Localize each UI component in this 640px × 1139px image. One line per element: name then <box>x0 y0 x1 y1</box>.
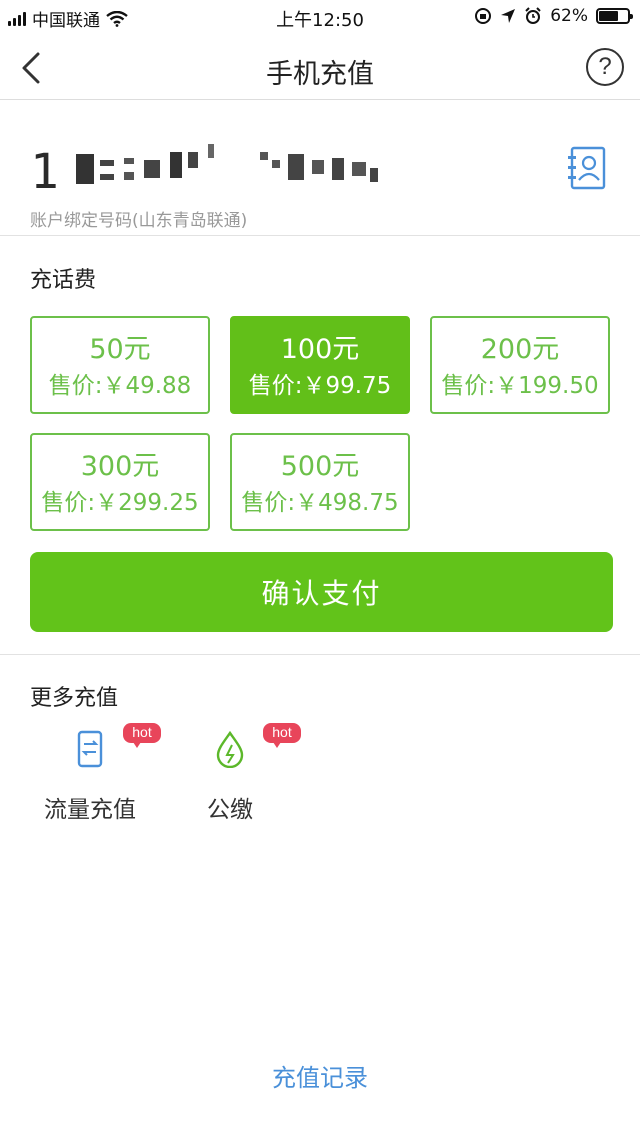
more-item-label: 流量充值 <box>44 797 136 823</box>
amount-value: 300元 <box>80 451 160 482</box>
back-icon[interactable] <box>18 50 48 86</box>
amount-option-100[interactable]: 100元 售价:￥99.75 <box>230 316 410 414</box>
amount-value: 50元 <box>89 334 151 365</box>
section-divider <box>0 654 640 655</box>
status-bar: 中国联通 上午12:50 62% <box>0 0 640 36</box>
account-binding-label: 账户绑定号码(山东青岛联通) <box>30 211 248 231</box>
utility-drop-icon <box>216 730 244 768</box>
redaction-blocks <box>76 144 378 184</box>
amount-value: 200元 <box>480 334 560 365</box>
hot-badge: hot <box>263 723 301 748</box>
amount-price: 售价:￥49.88 <box>48 373 192 399</box>
amount-price: 售价:￥299.25 <box>41 490 199 516</box>
amount-price: 售价:￥99.75 <box>248 373 392 399</box>
amount-option-200[interactable]: 200元 售价:￥199.50 <box>430 316 610 414</box>
amount-value: 500元 <box>280 451 360 482</box>
amount-option-300[interactable]: 300元 售价:￥299.25 <box>30 433 210 531</box>
hot-badge: hot <box>123 723 161 748</box>
phone-data-icon <box>77 730 103 768</box>
account-section: 1 账户绑定号码(山东青岛联通) <box>0 100 640 236</box>
amount-price: 售价:￥498.75 <box>241 490 399 516</box>
phone-number-prefix: 1 <box>30 144 61 200</box>
contacts-icon[interactable] <box>566 146 606 190</box>
battery-percent: 62% <box>550 6 588 26</box>
nav-bar: 手机充值 ? <box>0 36 640 100</box>
alarm-icon <box>525 7 541 24</box>
battery-icon <box>596 8 633 24</box>
phone-number-field[interactable]: 1 <box>30 140 434 200</box>
amount-option-50[interactable]: 50元 售价:￥49.88 <box>30 316 210 414</box>
recharge-history-link[interactable]: 充值记录 <box>0 1058 640 1093</box>
confirm-pay-button[interactable]: 确认支付 <box>30 552 613 632</box>
status-right: 62% <box>474 6 633 26</box>
location-icon <box>501 9 516 23</box>
more-section-title: 更多充值 <box>30 686 119 711</box>
page-title: 手机充值 <box>266 59 374 90</box>
battery-level <box>599 11 618 21</box>
recharge-section-title: 充话费 <box>30 268 97 293</box>
amount-value: 100元 <box>280 334 360 365</box>
amount-option-500[interactable]: 500元 售价:￥498.75 <box>230 433 410 531</box>
amount-price: 售价:￥199.50 <box>441 373 599 399</box>
help-icon[interactable]: ? <box>586 48 624 86</box>
lock-rotation-icon <box>475 8 492 24</box>
phone-number-redacted <box>74 140 434 196</box>
more-item-label: 公缴 <box>207 797 253 823</box>
